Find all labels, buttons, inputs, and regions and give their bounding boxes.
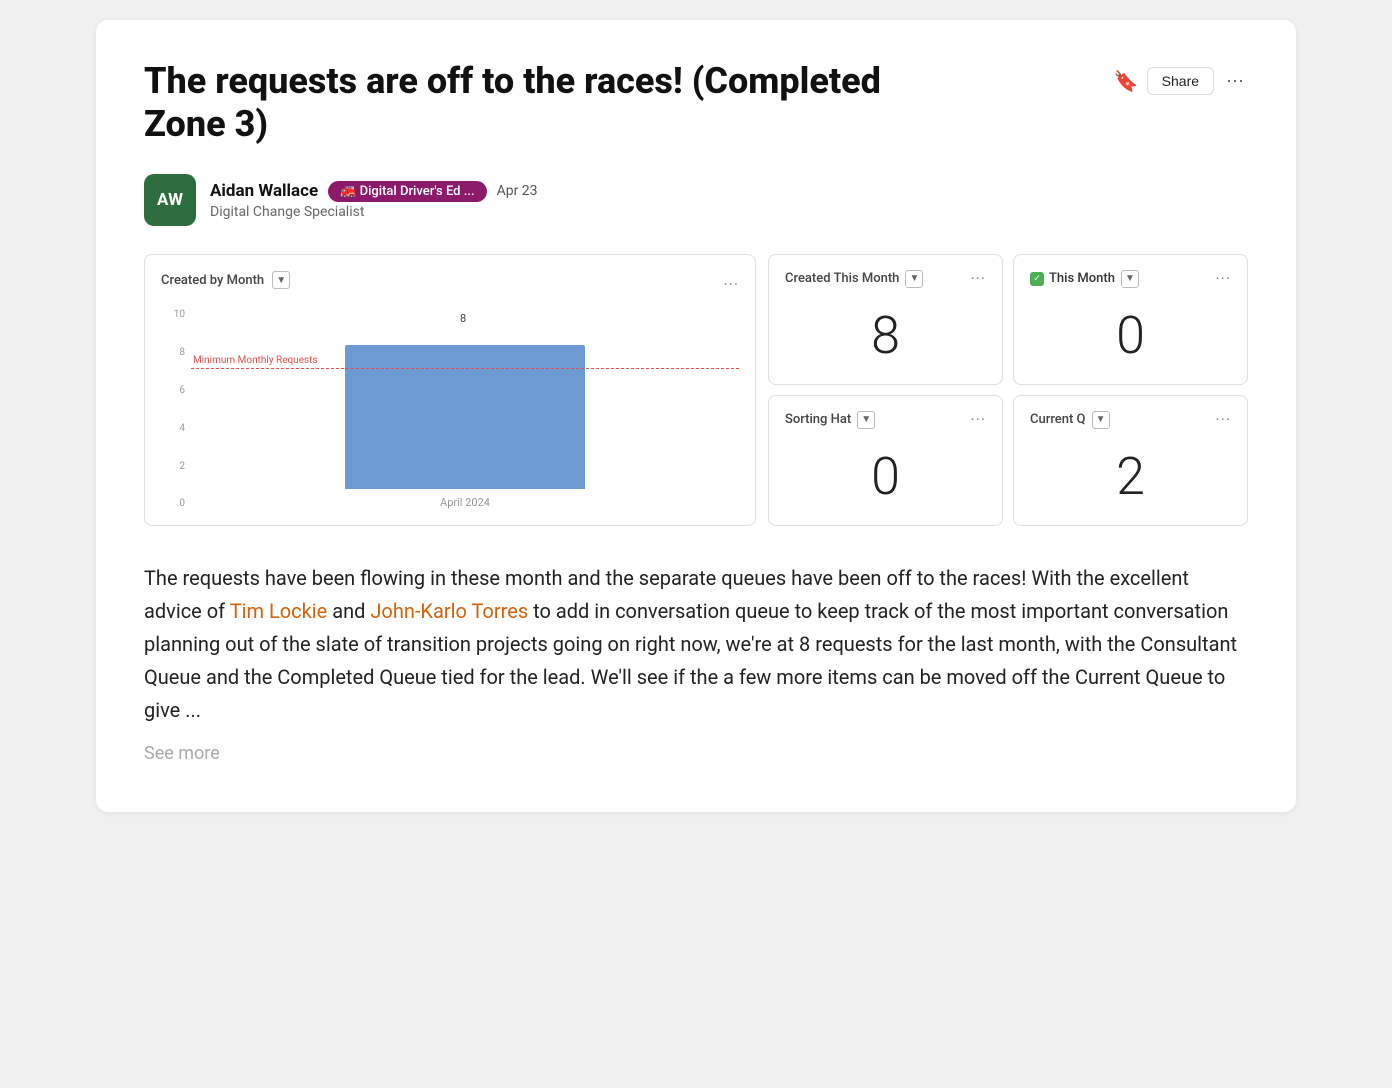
chart-title-row: Created by Month ▼	[161, 271, 290, 289]
link-tim-lockie[interactable]: Tim Lockie	[230, 599, 328, 623]
reference-line	[191, 368, 739, 369]
stat-dots-0[interactable]: ···	[970, 269, 986, 288]
stat-title-3: Current Q ▼	[1030, 411, 1110, 429]
reference-line-label: Minimum Monthly Requests	[193, 355, 318, 366]
header-actions: 🔖 Share ···	[1114, 66, 1248, 95]
more-options-button[interactable]: ···	[1222, 66, 1248, 95]
bookmark-icon[interactable]: 🔖	[1114, 69, 1139, 93]
chart-body	[191, 309, 739, 489]
chart-title: Created by Month	[161, 273, 264, 288]
chart-panel-header: Created by Month ▼ ···	[161, 271, 739, 297]
y-axis: 0 2 4 6 8 10	[161, 309, 185, 509]
stat-panel-header-3: Current Q ▼ ···	[1030, 410, 1231, 429]
page-header: The requests are off to the races! (Comp…	[144, 60, 1248, 146]
stat-value-0: 8	[785, 300, 986, 370]
stat-title-0: Created This Month ▼	[785, 270, 923, 288]
x-axis-label: April 2024	[191, 496, 739, 509]
stat-panel-current-q: Current Q ▼ ··· 2	[1013, 395, 1248, 526]
see-more-link[interactable]: See more	[144, 743, 1248, 764]
y-label-10: 10	[161, 309, 185, 320]
chart-filter-icon[interactable]: ▼	[272, 271, 290, 289]
avatar: AW	[144, 174, 196, 226]
y-label-2: 2	[161, 461, 185, 472]
this-month-badge: ✓ This Month	[1030, 271, 1115, 286]
stat-panel-created-this-month: Created This Month ▼ ··· 8	[768, 254, 1003, 385]
stat-panel-this-month: ✓ This Month ▼ ··· 0	[1013, 254, 1248, 385]
stat-title-2: Sorting Hat ▼	[785, 411, 875, 429]
stat-panels: Created This Month ▼ ··· 8 ✓ This Month …	[768, 254, 1248, 526]
author-role: Digital Change Specialist	[210, 204, 538, 220]
stat-filter-icon-0[interactable]: ▼	[905, 270, 923, 288]
body-paragraph: The requests have been flowing in these …	[144, 562, 1248, 727]
stat-panel-header-0: Created This Month ▼ ···	[785, 269, 986, 288]
stat-dots-3[interactable]: ···	[1215, 410, 1231, 429]
dashboard-grid: Created by Month ▼ ··· 0 2 4 6 8 10	[144, 254, 1248, 526]
stat-panel-header-1: ✓ This Month ▼ ···	[1030, 269, 1231, 288]
y-label-8: 8	[161, 347, 185, 358]
link-john-karlo[interactable]: John-Karlo Torres	[370, 599, 528, 623]
stat-panel-sorting-hat: Sorting Hat ▼ ··· 0	[768, 395, 1003, 526]
stat-filter-icon-2[interactable]: ▼	[857, 411, 875, 429]
stat-filter-icon-3[interactable]: ▼	[1092, 411, 1110, 429]
y-label-0: 0	[161, 498, 185, 509]
stat-dots-1[interactable]: ···	[1215, 269, 1231, 288]
stat-filter-icon-1[interactable]: ▼	[1121, 270, 1139, 288]
y-label-4: 4	[161, 423, 185, 434]
y-label-6: 6	[161, 385, 185, 396]
body-and-text: and	[332, 599, 365, 623]
chart-dots-button[interactable]: ···	[723, 275, 739, 294]
page-card: The requests are off to the races! (Comp…	[96, 20, 1296, 812]
stat-dots-2[interactable]: ···	[970, 410, 986, 429]
author-info: Aidan Wallace 🚒 Digital Driver's Ed ... …	[210, 181, 538, 220]
chart-panel: Created by Month ▼ ··· 0 2 4 6 8 10	[144, 254, 756, 526]
author-name: Aidan Wallace	[210, 181, 318, 201]
page-title: The requests are off to the races! (Comp…	[144, 60, 964, 146]
stat-title-1: ✓ This Month ▼	[1030, 270, 1139, 288]
chart-area: 0 2 4 6 8 10 8 Minimum Monthly Requests	[161, 309, 739, 509]
author-row: AW Aidan Wallace 🚒 Digital Driver's Ed .…	[144, 174, 1248, 226]
share-button[interactable]: Share	[1147, 67, 1214, 95]
chart-bar	[345, 345, 585, 489]
post-date: Apr 23	[497, 183, 538, 199]
bar-value-label: 8	[460, 312, 466, 325]
author-name-row: Aidan Wallace 🚒 Digital Driver's Ed ... …	[210, 181, 538, 202]
stat-value-3: 2	[1030, 441, 1231, 511]
stat-value-2: 0	[785, 441, 986, 511]
stat-panel-header-2: Sorting Hat ▼ ···	[785, 410, 986, 429]
check-icon: ✓	[1030, 272, 1044, 286]
stat-value-1: 0	[1030, 300, 1231, 370]
author-tag-badge[interactable]: 🚒 Digital Driver's Ed ...	[328, 181, 486, 202]
